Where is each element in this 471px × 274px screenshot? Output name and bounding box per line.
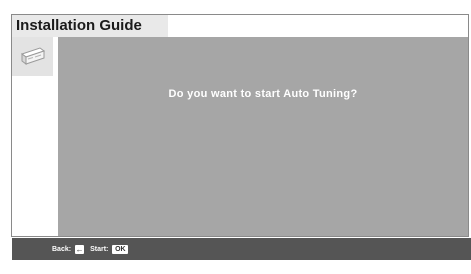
ok-key-button[interactable]: OK [112, 244, 129, 254]
tools-icon [20, 47, 46, 65]
footer-hints: Back: ← Start: OK [52, 243, 129, 255]
step-icon-box [12, 37, 53, 76]
back-key-icon[interactable]: ← [75, 244, 85, 254]
auto-tuning-prompt: Do you want to start Auto Tuning? [168, 88, 358, 100]
start-hint-label: Start: [90, 245, 109, 253]
back-hint-label: Back: [52, 245, 72, 253]
installation-guide-screen: Installation Guide Do you want to start … [0, 0, 471, 274]
footer-bar: Back: ← Start: OK [12, 238, 471, 260]
dialog-panel: Do you want to start Auto Tuning? [58, 37, 468, 236]
page-title: Installation Guide [12, 15, 168, 37]
